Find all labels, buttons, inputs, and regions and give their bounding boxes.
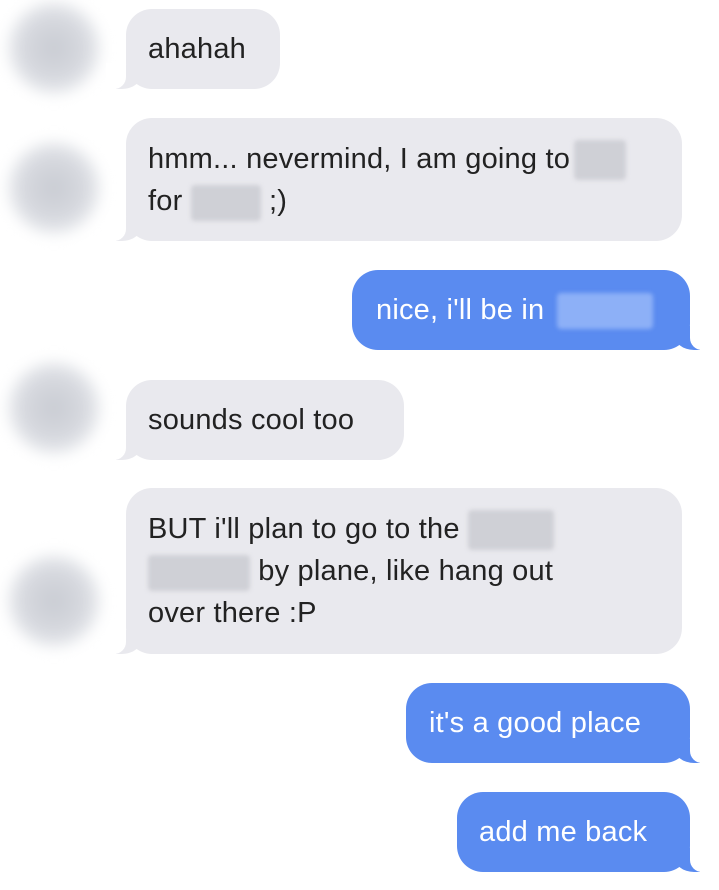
message-bubble-received: hmm... nevermind, I am going to for ;) <box>106 118 682 241</box>
message-bubble-received: BUT i'll plan to go to the by plane, lik… <box>106 488 682 654</box>
message-bubble-received: sounds cool too <box>106 380 404 460</box>
message-text: over there :P <box>148 597 317 630</box>
avatar <box>8 555 100 647</box>
message-text: ;) <box>268 185 288 218</box>
avatar <box>8 2 100 94</box>
redacted-text <box>574 140 627 181</box>
redacted-text <box>148 554 250 591</box>
avatar <box>8 142 100 234</box>
message-text: BUT i'll plan to go to the <box>148 513 460 545</box>
redacted-text <box>556 293 653 330</box>
message-text: hmm... nevermind, I am going to <box>148 143 571 175</box>
redacted-text <box>467 510 554 551</box>
message-text: add me back <box>479 816 648 848</box>
message-bubble-sent: nice, i'll be in <box>352 270 710 350</box>
message-bubble-sent: add me back <box>457 792 710 872</box>
message-text: sounds cool too <box>148 404 355 436</box>
message-text: ahahah <box>148 33 246 65</box>
message-text: nice, i'll be in <box>376 294 545 326</box>
avatar <box>8 362 100 454</box>
message-bubble-sent: it's a good place <box>406 683 710 763</box>
message-text: it's a good place <box>429 707 642 739</box>
message-text: by plane, like hang out <box>258 555 554 588</box>
redacted-text <box>190 184 261 221</box>
message-text: for <box>148 185 183 218</box>
message-bubble-received: ahahah <box>106 9 280 89</box>
